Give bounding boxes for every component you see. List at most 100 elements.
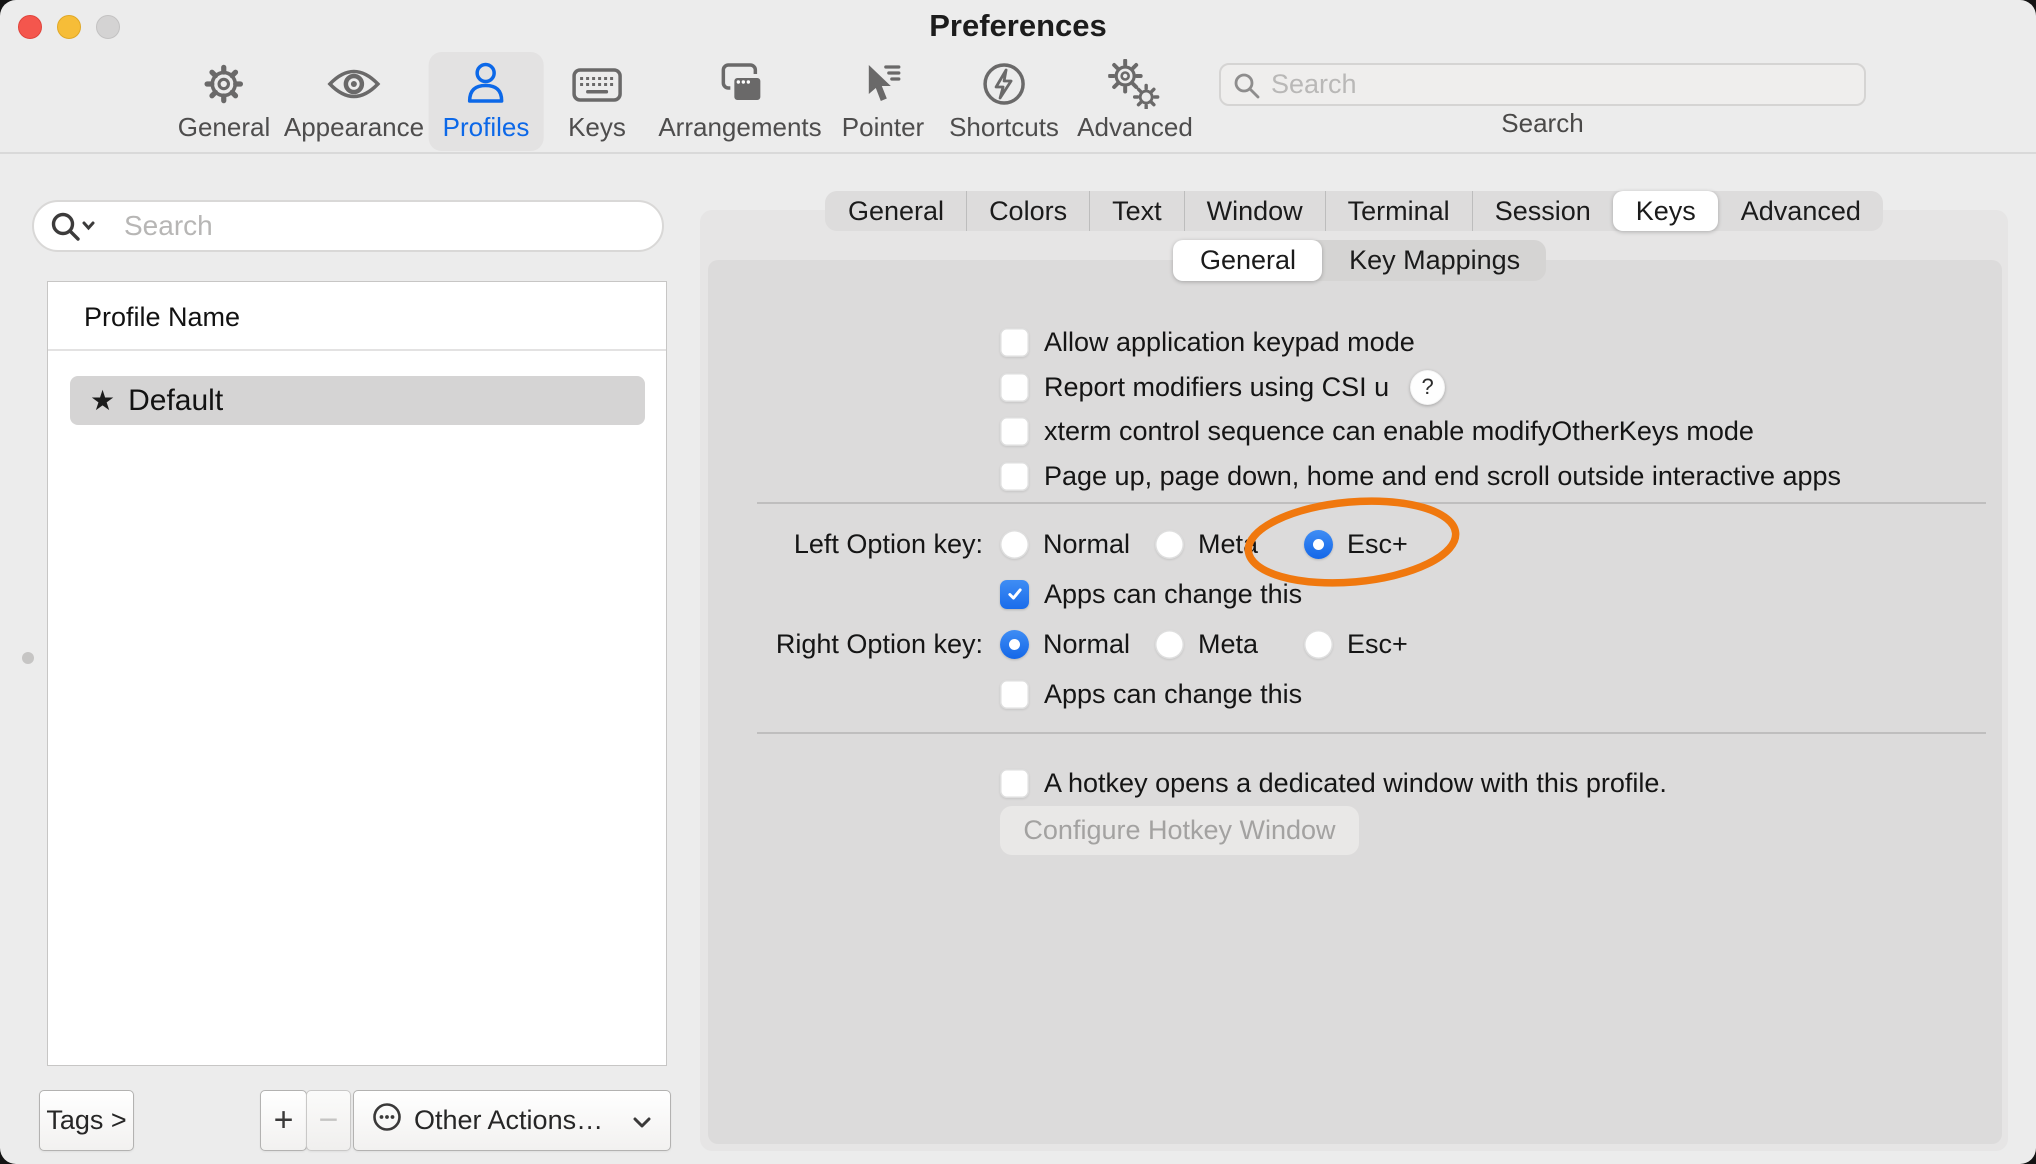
toolbar-divider	[0, 152, 2036, 154]
profile-list: Profile Name ★ Default	[47, 281, 667, 1066]
right-option-normal: Normal	[1000, 625, 1130, 663]
remove-profile-button[interactable]: −	[306, 1090, 351, 1151]
right-option-key-label: Right Option key:	[693, 625, 983, 663]
row-hotkey-window: A hotkey opens a dedicated window with t…	[1000, 764, 1667, 802]
toolbar-item-keys[interactable]: Keys	[554, 52, 640, 151]
row-modify-other-keys: xterm control sequence can enable modify…	[1000, 412, 1754, 450]
checkbox-left-apps-change[interactable]	[1000, 580, 1029, 609]
toolbar-item-label: Advanced	[1077, 112, 1193, 143]
search-icon	[1233, 72, 1261, 105]
toolbar-item-advanced[interactable]: Advanced	[1063, 52, 1207, 151]
radio-right-meta[interactable]	[1155, 630, 1184, 659]
toolbar-item-appearance[interactable]: Appearance	[270, 52, 438, 151]
circle-ellipsis-icon	[372, 1102, 402, 1139]
radio-label: Esc+	[1347, 529, 1408, 560]
profile-list-header: Profile Name	[84, 302, 240, 333]
cursor-icon	[859, 58, 907, 110]
radio-label: Normal	[1043, 529, 1130, 560]
radio-left-meta[interactable]	[1155, 530, 1184, 559]
add-profile-button[interactable]: +	[260, 1090, 307, 1151]
checkbox-scroll-outside[interactable]	[1000, 462, 1029, 491]
tab-terminal[interactable]: Terminal	[1325, 191, 1472, 231]
configure-hotkey-window-button[interactable]: Configure Hotkey Window	[1000, 806, 1359, 855]
toolbar-item-general[interactable]: General	[164, 52, 285, 151]
toolbar-item-label: Pointer	[842, 112, 924, 143]
row-keypad-mode: Allow application keypad mode	[1000, 323, 1415, 361]
toolbar-item-shortcuts[interactable]: Shortcuts	[935, 52, 1073, 151]
radio-label: Esc+	[1347, 629, 1408, 660]
toolbar-item-label: Keys	[568, 112, 626, 143]
chevron-down-icon	[632, 1105, 652, 1136]
profile-row-default[interactable]: ★ Default	[70, 376, 645, 425]
list-header-divider	[48, 349, 666, 351]
profile-tabs: General Colors Text Window Terminal Sess…	[825, 191, 1883, 231]
toolbar-item-profiles[interactable]: Profiles	[429, 52, 544, 151]
left-option-key-label: Left Option key:	[693, 525, 983, 563]
gears-icon	[1108, 58, 1162, 110]
toolbar-search-label: Search	[1219, 108, 1866, 139]
toolbar-item-label: Shortcuts	[949, 112, 1059, 143]
left-option-esc: Esc+	[1304, 525, 1408, 563]
checkbox-hotkey-window[interactable]	[1000, 769, 1029, 798]
checkbox-label: Report modifiers using CSI u	[1044, 372, 1389, 403]
eye-icon	[326, 58, 382, 110]
tab-text[interactable]: Text	[1089, 191, 1184, 231]
left-option-normal: Normal	[1000, 525, 1130, 563]
section-divider	[757, 502, 1986, 504]
default-star-icon: ★	[90, 387, 115, 415]
radio-left-normal[interactable]	[1000, 530, 1029, 559]
gear-icon	[199, 58, 249, 110]
radio-label: Meta	[1198, 629, 1258, 660]
lightning-icon	[980, 58, 1028, 110]
row-scroll-outside: Page up, page down, home and end scroll …	[1000, 457, 1841, 495]
right-option-esc: Esc+	[1304, 625, 1408, 663]
checkbox-label: Apps can change this	[1044, 579, 1302, 610]
radio-label: Meta	[1198, 529, 1258, 560]
checkbox-modify-other-keys[interactable]	[1000, 417, 1029, 446]
checkbox-right-apps-change[interactable]	[1000, 680, 1029, 709]
checkbox-keypad-mode[interactable]	[1000, 328, 1029, 357]
profile-search-field	[32, 200, 664, 252]
radio-right-normal[interactable]	[1000, 630, 1029, 659]
person-icon	[462, 58, 510, 110]
checkbox-csi-u[interactable]	[1000, 373, 1029, 402]
profile-name: Default	[128, 384, 223, 418]
tab-colors[interactable]: Colors	[966, 191, 1089, 231]
checkbox-label: Page up, page down, home and end scroll …	[1044, 461, 1841, 492]
keyboard-icon	[570, 58, 624, 110]
profile-search-input[interactable]	[122, 204, 648, 248]
radio-label: Normal	[1043, 629, 1130, 660]
checkbox-label: xterm control sequence can enable modify…	[1044, 416, 1754, 447]
screen: Preferences General Appearance	[0, 0, 2036, 1164]
subtab-general[interactable]: General	[1173, 240, 1322, 281]
tags-button[interactable]: Tags >	[39, 1090, 134, 1151]
section-divider	[757, 732, 1986, 734]
keys-subtabs: General Key Mappings	[1173, 240, 1546, 281]
tab-session[interactable]: Session	[1472, 191, 1613, 231]
toolbar-item-arrangements[interactable]: Arrangements	[644, 52, 835, 151]
preferences-window: Preferences General Appearance	[0, 0, 2036, 1164]
row-csi-u: Report modifiers using CSI u ?	[1000, 368, 1445, 406]
checkbox-label: Apps can change this	[1044, 679, 1302, 710]
search-menu-icon[interactable]	[50, 211, 100, 248]
help-button[interactable]: ?	[1410, 370, 1445, 405]
subtab-key-mappings[interactable]: Key Mappings	[1322, 240, 1546, 281]
toolbar-search-field	[1219, 63, 1866, 106]
other-actions-dropdown[interactable]: Other Actions…	[353, 1090, 671, 1151]
tab-general[interactable]: General	[825, 191, 966, 231]
radio-right-esc[interactable]	[1304, 630, 1333, 659]
checkbox-label: A hotkey opens a dedicated window with t…	[1044, 768, 1667, 799]
tab-window[interactable]: Window	[1184, 191, 1325, 231]
windows-icon	[712, 58, 768, 110]
right-option-meta: Meta	[1155, 625, 1258, 663]
tab-advanced[interactable]: Advanced	[1718, 191, 1883, 231]
row-right-apps-change: Apps can change this	[1000, 675, 1302, 713]
toolbar-item-label: General	[178, 112, 271, 143]
toolbar-item-pointer[interactable]: Pointer	[828, 52, 938, 151]
toolbar-search-input[interactable]	[1269, 65, 1854, 104]
left-option-meta: Meta	[1155, 525, 1258, 563]
toolbar-item-label: Arrangements	[658, 112, 821, 143]
tab-keys[interactable]: Keys	[1613, 191, 1718, 231]
row-left-apps-change: Apps can change this	[1000, 575, 1302, 613]
radio-left-esc[interactable]	[1304, 530, 1333, 559]
